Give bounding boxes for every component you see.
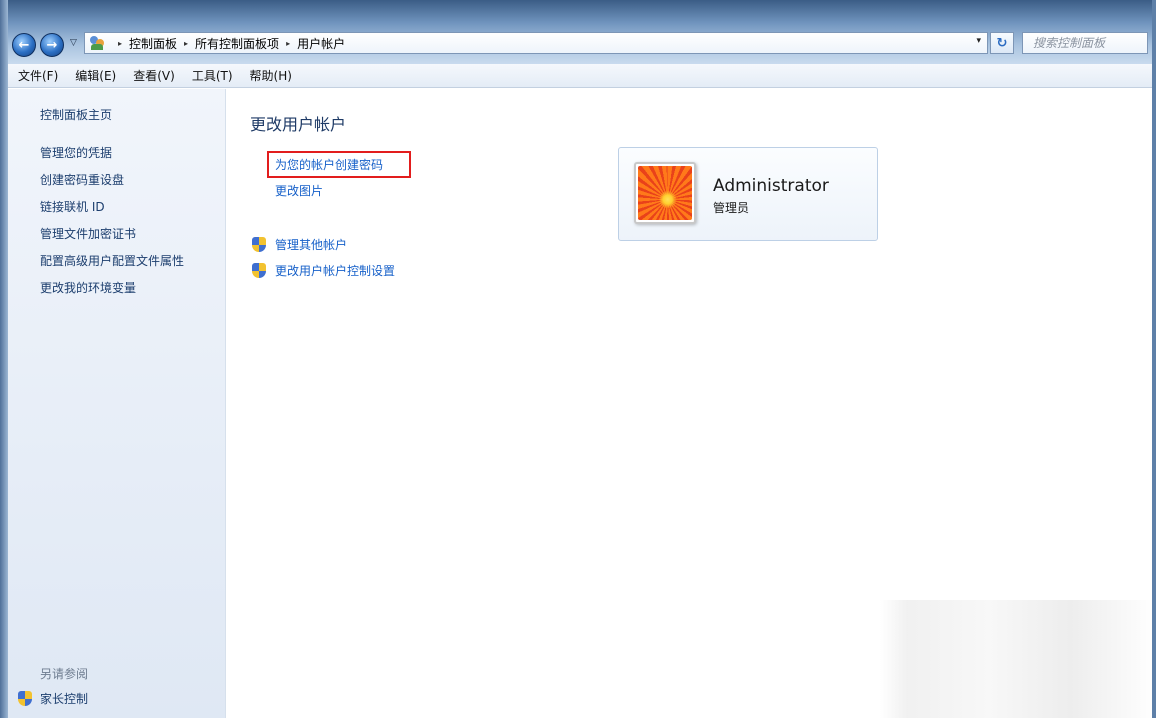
- control-panel-icon: [89, 36, 105, 50]
- breadcrumb-all-items[interactable]: 所有控制面板项: [195, 35, 279, 52]
- uac-shield-icon: [252, 263, 266, 278]
- account-card: Administrator 管理员: [618, 147, 878, 241]
- uac-shield-icon: [252, 237, 266, 252]
- manage-other-accounts-link[interactable]: 管理其他帐户: [252, 236, 347, 253]
- change-picture-link[interactable]: 更改图片: [275, 182, 323, 199]
- refresh-button[interactable]: ↻: [990, 32, 1014, 54]
- account-role: 管理员: [713, 201, 750, 215]
- sidebar-item-environment-variables[interactable]: 更改我的环境变量: [40, 280, 184, 307]
- refresh-icon: ↻: [996, 35, 1008, 51]
- back-button[interactable]: ←: [12, 33, 36, 57]
- search-input[interactable]: [1022, 32, 1148, 54]
- uac-settings-link[interactable]: 更改用户帐户控制设置: [252, 262, 395, 279]
- blurred-watermark-region: [880, 600, 1152, 718]
- avatar: [634, 162, 696, 224]
- sidebar-item-manage-credentials[interactable]: 管理您的凭据: [40, 145, 184, 172]
- sidebar-item-password-reset-disk[interactable]: 创建密码重设盘: [40, 172, 184, 199]
- menu-view[interactable]: 查看(V): [133, 67, 175, 84]
- window-left-border: [0, 0, 8, 718]
- sidebar: 控制面板主页 管理您的凭据 创建密码重设盘 链接联机 ID 管理文件加密证书 配…: [8, 89, 226, 718]
- page-title: 更改用户帐户: [250, 115, 347, 134]
- sidebar-item-label: 家长控制: [40, 692, 89, 706]
- sidebar-item-advanced-profile[interactable]: 配置高级用户配置文件属性: [40, 253, 184, 280]
- see-also-heading: 另请参阅: [40, 667, 89, 681]
- recent-pages-dropdown[interactable]: ▽: [70, 38, 77, 48]
- window-right-border: [1152, 0, 1156, 718]
- task-label: 管理其他帐户: [275, 238, 348, 252]
- menu-file[interactable]: 文件(F): [18, 67, 58, 84]
- address-dropdown-icon[interactable]: ▾: [976, 36, 981, 46]
- menu-tools[interactable]: 工具(T): [192, 67, 233, 84]
- flower-picture-icon: [638, 166, 692, 220]
- sidebar-item-encryption-certificates[interactable]: 管理文件加密证书: [40, 226, 184, 253]
- sidebar-item-link-online-id[interactable]: 链接联机 ID: [40, 199, 184, 226]
- forward-button[interactable]: →: [40, 33, 64, 57]
- menu-edit[interactable]: 编辑(E): [75, 67, 116, 84]
- create-password-link[interactable]: 为您的帐户创建密码: [275, 156, 383, 173]
- uac-shield-icon: [18, 691, 32, 706]
- breadcrumb-control-panel[interactable]: 控制面板: [129, 35, 177, 52]
- menu-bar: 文件(F) 编辑(E) 查看(V) 工具(T) 帮助(H): [8, 64, 1152, 88]
- sidebar-item-parental-controls[interactable]: 家长控制: [18, 690, 88, 707]
- task-label: 更改用户帐户控制设置: [275, 264, 396, 278]
- arrow-left-icon: ←: [18, 37, 30, 53]
- sidebar-item-home[interactable]: 控制面板主页: [40, 106, 112, 123]
- breadcrumb-separator-icon[interactable]: ▸: [286, 39, 290, 48]
- address-bar[interactable]: ▸ 控制面板 ▸ 所有控制面板项 ▸ 用户帐户 ▾: [84, 32, 988, 54]
- sidebar-links: 管理您的凭据 创建密码重设盘 链接联机 ID 管理文件加密证书 配置高级用户配置…: [40, 145, 184, 307]
- account-name: Administrator: [713, 176, 829, 196]
- breadcrumb-user-accounts[interactable]: 用户帐户: [297, 35, 345, 52]
- arrow-right-icon: →: [46, 37, 58, 53]
- breadcrumb-separator-icon[interactable]: ▸: [184, 39, 188, 48]
- breadcrumb-separator-icon[interactable]: ▸: [118, 39, 122, 48]
- menu-help[interactable]: 帮助(H): [250, 67, 292, 84]
